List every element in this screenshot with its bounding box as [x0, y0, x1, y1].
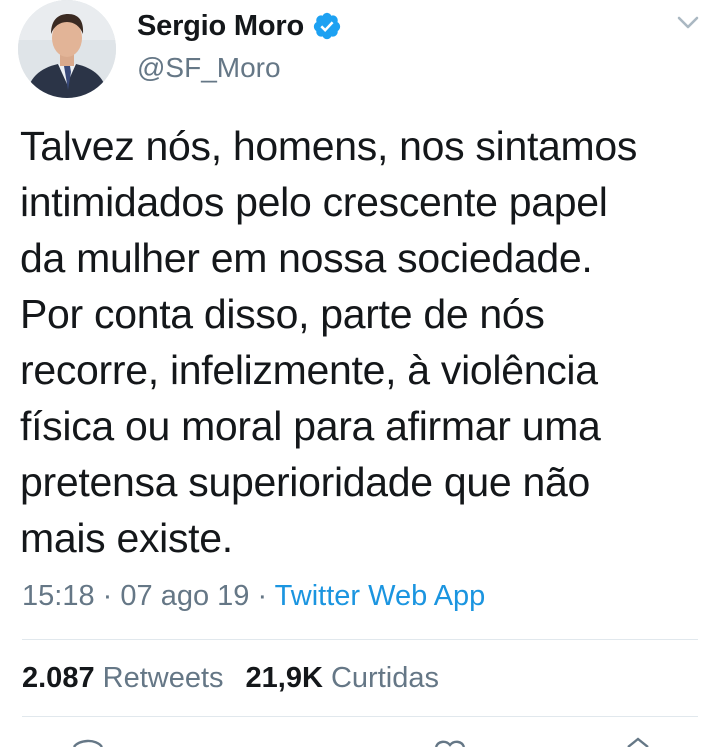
tweet-text: Talvez nós, homens, nos sintamos intimid… [20, 123, 638, 561]
retweets-label: Retweets [102, 662, 224, 694]
author-handle[interactable]: @SF_Moro [137, 52, 281, 84]
meta-separator: · [257, 580, 268, 612]
likes-label: Curtidas [330, 662, 439, 694]
likes-count: 21,9K [245, 662, 323, 694]
author-name-row[interactable]: Sergio Moro [137, 6, 342, 46]
share-icon[interactable] [627, 737, 649, 747]
meta-separator: · [102, 580, 113, 612]
tweet: Sergio Moro @SF_Moro Talvez nós, homens,… [0, 0, 720, 747]
display-name[interactable]: Sergio Moro [137, 10, 304, 43]
tweet-source-link[interactable]: Twitter Web App [275, 580, 486, 612]
divider [22, 716, 698, 717]
avatar-image [18, 0, 116, 98]
action-bar [72, 737, 649, 747]
like-icon[interactable] [434, 740, 466, 747]
reply-icon[interactable] [72, 739, 103, 747]
tweet-date[interactable]: 07 ago 19 [120, 580, 249, 612]
divider [22, 639, 698, 640]
retweets-count: 2.087 [22, 662, 95, 694]
chevron-down-icon[interactable] [676, 14, 700, 32]
tweet-meta: 15:18 · 07 ago 19 · Twitter Web App [22, 580, 485, 613]
tweet-stats: 2.087 Retweets 21,9K Curtidas [22, 662, 439, 695]
tweet-time[interactable]: 15:18 [22, 580, 95, 612]
retweets-stat[interactable]: 2.087 Retweets [22, 662, 224, 694]
verified-badge-icon [313, 12, 341, 40]
likes-stat[interactable]: 21,9K Curtidas [246, 662, 439, 694]
avatar[interactable] [18, 0, 116, 98]
